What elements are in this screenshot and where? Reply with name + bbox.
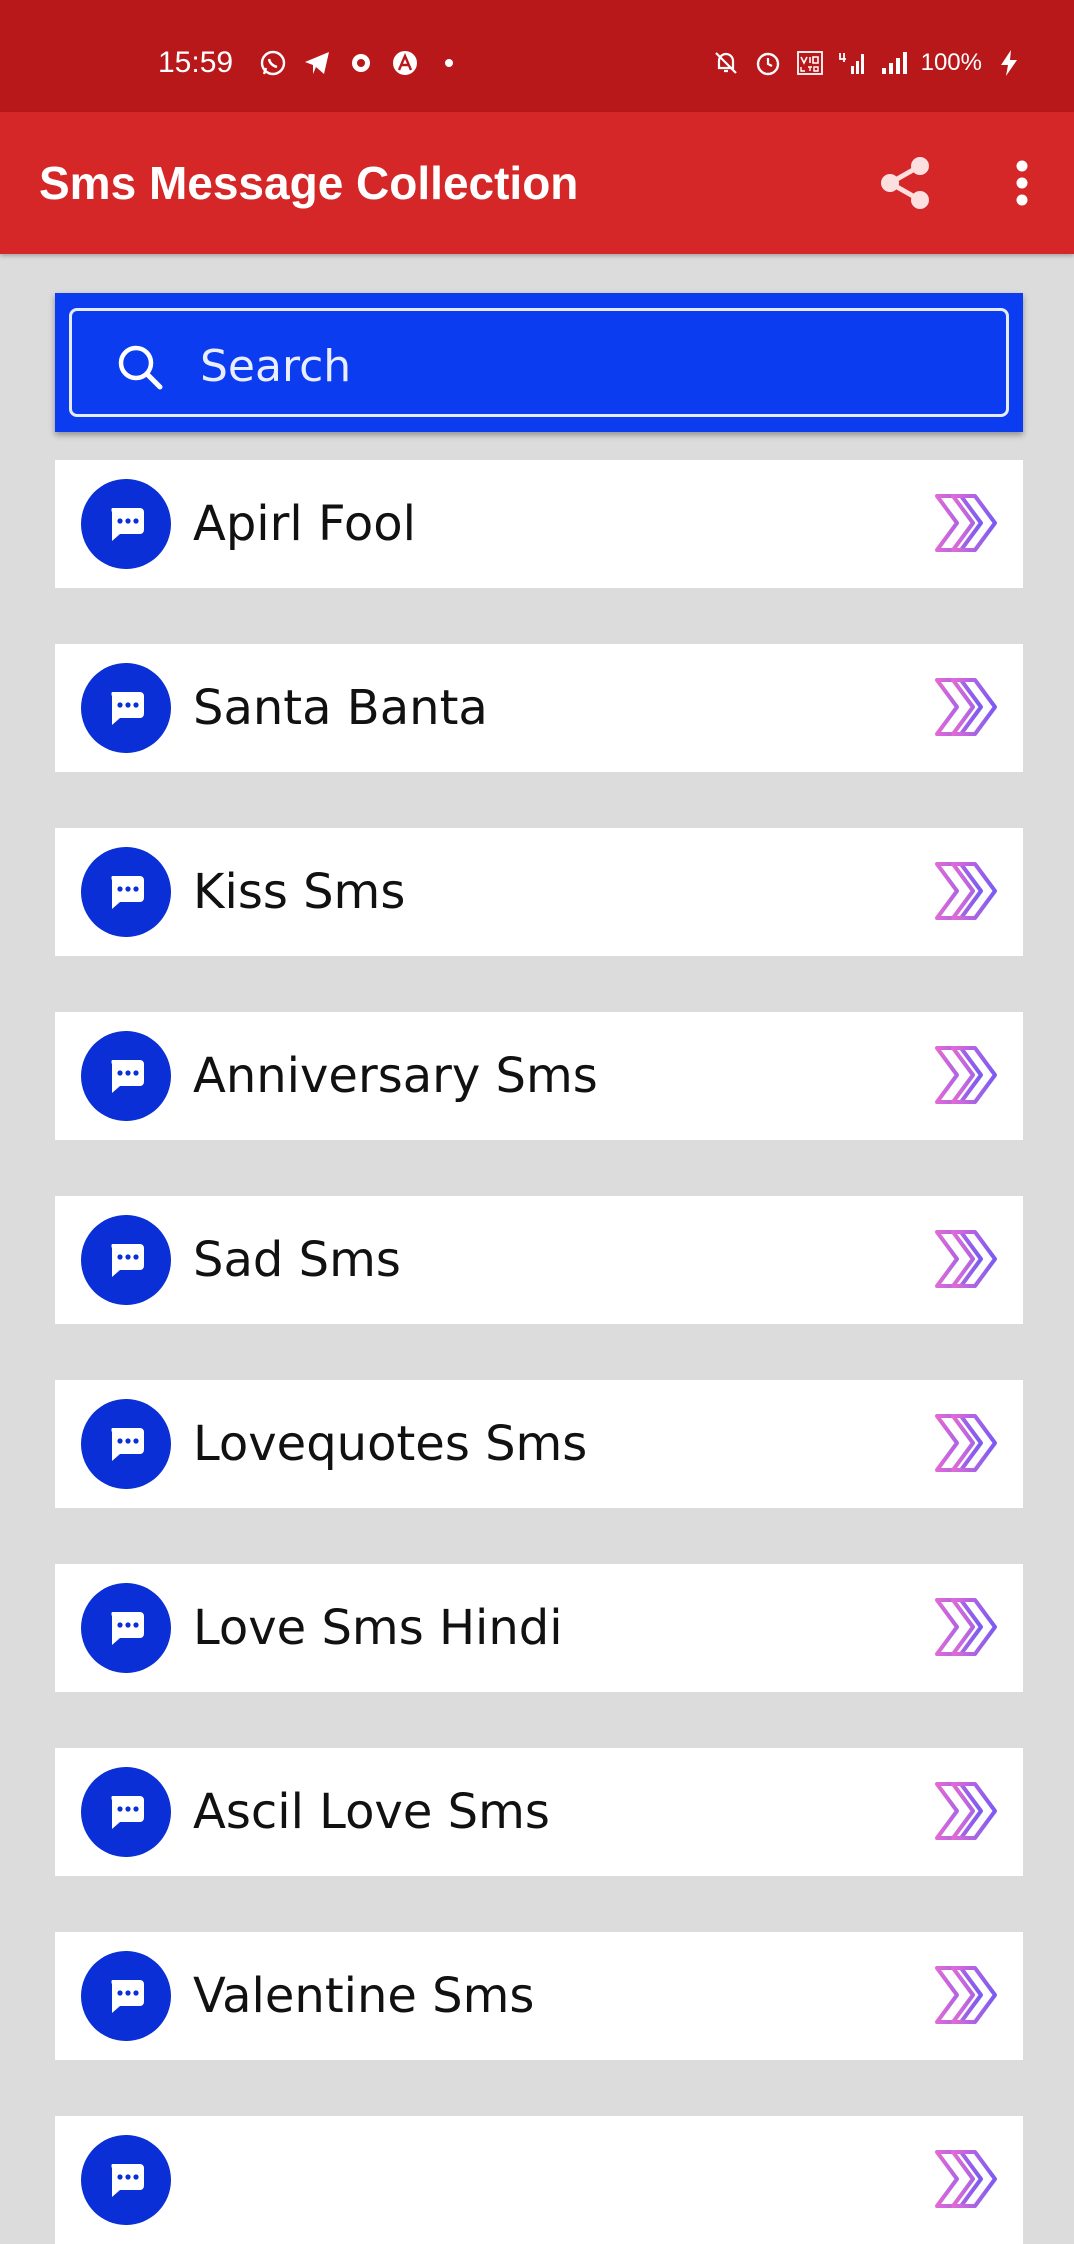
status-left-icons <box>258 48 464 78</box>
double-chevron-right-icon <box>935 1046 997 1104</box>
charging-icon <box>994 48 1024 78</box>
search-icon <box>118 345 163 390</box>
list-item-label: Love Sms Hindi <box>193 1600 563 1656</box>
arc-icon <box>390 48 420 78</box>
whatsapp-icon <box>258 48 288 78</box>
message-icon <box>81 1583 171 1673</box>
list-item-label: Santa Banta <box>193 680 488 736</box>
list-item-label: Sad Sms <box>193 1232 401 1288</box>
volte-icon <box>795 48 825 78</box>
signal-4g-icon <box>837 48 867 78</box>
share-button[interactable] <box>870 148 940 218</box>
message-icon <box>81 2135 171 2225</box>
more-options-button[interactable] <box>987 148 1057 218</box>
double-chevron-right-icon <box>935 494 997 552</box>
message-icon <box>81 1215 171 1305</box>
app-title: Sms Message Collection <box>39 157 579 209</box>
mute-icon <box>711 48 741 78</box>
list-item-label: Anniversary Sms <box>193 1048 598 1104</box>
list-item-label: Valentine Sms <box>193 1968 535 2024</box>
search-field[interactable] <box>69 308 1009 417</box>
list-item[interactable]: Lovequotes Sms <box>55 1380 1023 1508</box>
message-icon <box>81 847 171 937</box>
double-chevron-right-icon <box>935 1782 997 1840</box>
message-icon <box>81 479 171 569</box>
list-item-label: Kiss Sms <box>193 864 406 920</box>
status-time: 15:59 <box>158 46 234 79</box>
double-chevron-right-icon <box>935 2150 997 2208</box>
message-icon <box>81 1399 171 1489</box>
app-notification-icon <box>346 48 376 78</box>
list-item[interactable]: Love Sms Hindi <box>55 1564 1023 1692</box>
double-chevron-right-icon <box>935 1414 997 1472</box>
list-item-label: Ascil Love Sms <box>193 1784 550 1840</box>
message-icon <box>81 1031 171 1121</box>
telegram-icon <box>302 48 332 78</box>
double-chevron-right-icon <box>935 1966 997 2024</box>
double-chevron-right-icon <box>935 678 997 736</box>
more-vert-icon <box>1016 160 1028 206</box>
share-icon <box>881 157 929 209</box>
dot-icon <box>434 48 464 78</box>
list-item[interactable]: Ascil Love Sms <box>55 1748 1023 1876</box>
search-bar <box>55 293 1023 432</box>
list-item[interactable]: Apirl Fool <box>55 460 1023 588</box>
list-item-label: Apirl Fool <box>193 496 416 552</box>
list-item[interactable]: Kiss Sms <box>55 828 1023 956</box>
double-chevron-right-icon <box>935 1230 997 1288</box>
search-input[interactable] <box>200 321 960 411</box>
list-item[interactable]: Santa Banta <box>55 644 1023 772</box>
signal-icon <box>879 48 909 78</box>
battery-percentage: 100% <box>920 49 982 76</box>
message-icon <box>81 663 171 753</box>
app-bar: Sms Message Collection <box>0 112 1074 254</box>
status-bar: 15:59 100% <box>0 0 1074 112</box>
message-icon <box>81 1951 171 2041</box>
double-chevron-right-icon <box>935 1598 997 1656</box>
double-chevron-right-icon <box>935 862 997 920</box>
list-item[interactable]: Valentine Sms <box>55 1932 1023 2060</box>
message-icon <box>81 1767 171 1857</box>
list-item[interactable]: Anniversary Sms <box>55 1012 1023 1140</box>
status-right-icons: 100% <box>711 48 1024 78</box>
list-item[interactable] <box>55 2116 1023 2244</box>
alarm-icon <box>753 48 783 78</box>
list-item-label: Lovequotes Sms <box>193 1416 588 1472</box>
list-item[interactable]: Sad Sms <box>55 1196 1023 1324</box>
